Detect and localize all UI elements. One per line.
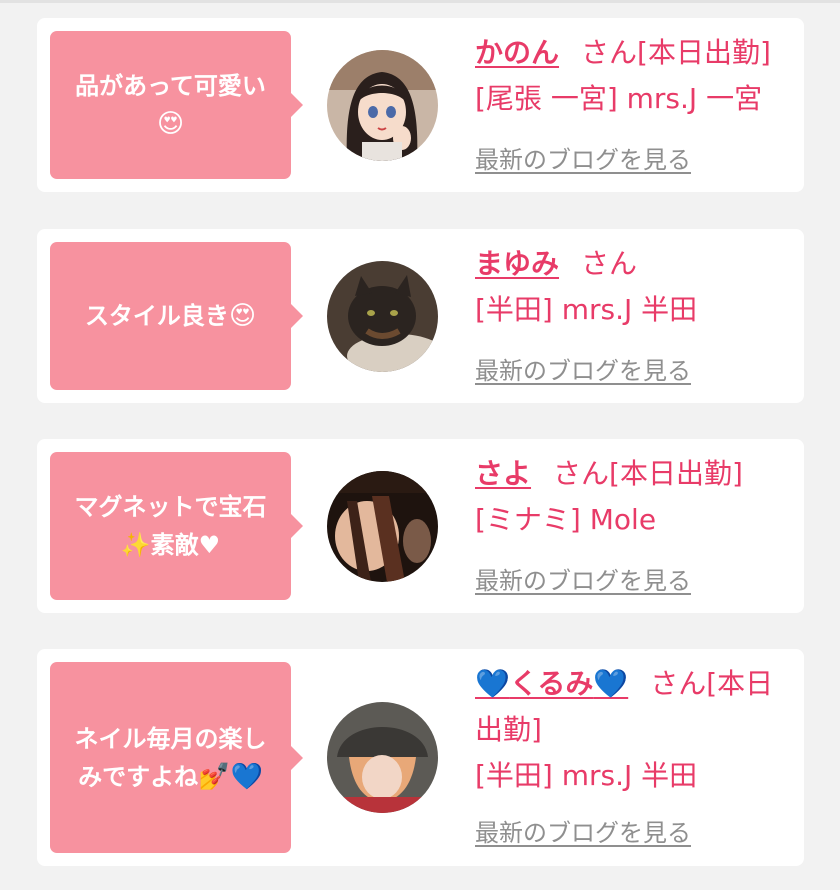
cast-shop: [ミナミ] Mole xyxy=(475,503,657,536)
comment-text: ネイル毎月の楽し xyxy=(74,724,267,753)
avatar[interactable] xyxy=(327,261,438,372)
latest-blog-link[interactable]: 最新のブログを見る xyxy=(475,351,691,386)
cast-name-link[interactable]: 💙くるみ💙 xyxy=(475,667,628,700)
review-card: ネイル毎月の楽し みですよね💅💙 💙くるみ💙 さん[本日 出勤] [半田] mrs… xyxy=(37,649,804,866)
cast-name-link[interactable]: さよ xyxy=(475,457,531,490)
cat-photo-avatar-icon xyxy=(327,261,438,372)
avatar[interactable] xyxy=(327,471,438,582)
comment-bubble: ネイル毎月の楽し みですよね💅💙 xyxy=(50,662,303,853)
cast-name-link[interactable]: まゆみ xyxy=(475,247,559,280)
cast-info: まゆみ さん [半田] mrs.J 半田 xyxy=(475,241,795,333)
heart-eyes-emoji-icon: 😍 xyxy=(228,301,257,331)
cast-shop: [半田] mrs.J 半田 xyxy=(475,293,698,326)
woman-hat-photo-avatar-icon xyxy=(327,702,438,813)
cast-status: さん[本日 xyxy=(650,667,774,700)
cast-info: 💙くるみ💙 さん[本日 出勤] [半田] mrs.J 半田 xyxy=(475,661,795,799)
cast-name-link[interactable]: かのん xyxy=(475,36,559,69)
review-card: 品があって可愛い 😍 かのん さん[本日出勤] [尾張 一宮] mrs.J 一宮 … xyxy=(37,18,804,192)
comment-text: 品があって可愛い xyxy=(75,72,266,100)
review-card: スタイル良き😍 まゆみ さん [半田] mrs.J 半田 最新のブログを見る xyxy=(37,229,804,403)
cast-status: さん xyxy=(581,247,638,280)
blue-heart-icon: 💙 xyxy=(475,667,510,700)
latest-blog-link[interactable]: 最新のブログを見る xyxy=(475,813,691,848)
comment-text-line2: ✨素敵♥ xyxy=(120,531,221,559)
avatar[interactable] xyxy=(327,702,438,813)
review-card: マグネットで宝石 ✨素敵♥ さよ さん[本日出勤] [ミナミ] Mole 最新のブ… xyxy=(37,439,804,613)
cast-status: さん[本日出勤] xyxy=(581,36,771,69)
cast-info: さよ さん[本日出勤] [ミナミ] Mole xyxy=(475,451,795,543)
cast-info: かのん さん[本日出勤] [尾張 一宮] mrs.J 一宮 xyxy=(475,30,795,122)
comment-bubble: スタイル良き😍 xyxy=(50,242,303,390)
latest-blog-link[interactable]: 最新のブログを見る xyxy=(475,140,691,175)
cast-status-line2: 出勤] xyxy=(475,713,542,746)
avatar[interactable] xyxy=(327,50,438,161)
heart-eyes-emoji-icon: 😍 xyxy=(156,109,185,139)
top-divider xyxy=(0,0,840,3)
comment-text: マグネットで宝石 xyxy=(74,493,267,521)
legs-photo-avatar-icon xyxy=(327,471,438,582)
comment-bubble: 品があって可愛い 😍 xyxy=(50,31,303,179)
cast-shop: [半田] mrs.J 半田 xyxy=(475,759,698,792)
latest-blog-link[interactable]: 最新のブログを見る xyxy=(475,561,691,596)
blue-heart-icon: 💙 xyxy=(593,667,629,700)
cast-status: さん[本日出勤] xyxy=(553,457,743,490)
cast-shop: [尾張 一宮] mrs.J 一宮 xyxy=(475,82,763,115)
comment-text-line2: みですよね xyxy=(78,762,199,791)
nail-polish-blue-heart-emoji-icon: 💅💙 xyxy=(198,761,263,792)
comment-text: スタイル良き xyxy=(84,302,229,330)
anime-girl-avatar-icon xyxy=(327,50,438,161)
comment-bubble: マグネットで宝石 ✨素敵♥ xyxy=(50,452,303,600)
